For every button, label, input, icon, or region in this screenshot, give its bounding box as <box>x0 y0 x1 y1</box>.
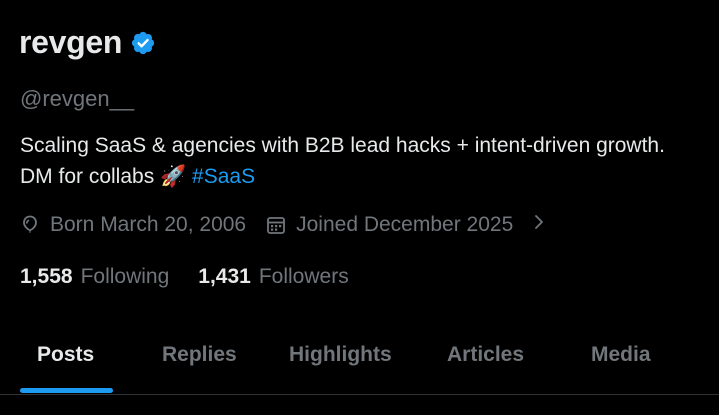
followers-link[interactable]: 1,431 Followers <box>198 265 348 289</box>
profile-bio: Scaling SaaS & agencies with B2B lead ha… <box>20 130 700 192</box>
following-link[interactable]: 1,558 Following <box>20 265 169 289</box>
tab-highlights[interactable]: Highlights <box>289 343 392 367</box>
tab-articles[interactable]: Articles <box>447 343 524 367</box>
followers-label: Followers <box>258 265 349 288</box>
active-tab-indicator <box>20 388 113 393</box>
profile-handle: @revgen__ <box>20 86 135 111</box>
profile-name-row: revgen <box>19 24 156 61</box>
tabs-divider <box>0 394 719 395</box>
profile-meta: Born March 20, 2006 Joined December 2025 <box>20 213 545 237</box>
tab-posts[interactable]: Posts <box>37 343 94 367</box>
tab-media[interactable]: Media <box>591 343 651 367</box>
following-label: Following <box>80 265 170 288</box>
verified-badge-icon[interactable] <box>130 30 156 56</box>
chevron-right-icon[interactable] <box>533 213 545 237</box>
followers-count: 1,431 <box>198 265 251 288</box>
profile-tabs: Posts Replies Highlights Articles Media <box>0 325 719 395</box>
follow-stats: 1,558 Following 1,431 Followers <box>20 265 378 289</box>
born-text: Born March 20, 2006 <box>50 213 247 236</box>
following-count: 1,558 <box>20 265 73 288</box>
born-date: Born March 20, 2006 <box>20 213 246 237</box>
joined-text: Joined December 2025 <box>296 213 514 236</box>
balloon-icon <box>23 215 37 233</box>
bio-text: Scaling SaaS & agencies with B2B lead ha… <box>20 134 665 188</box>
calendar-icon <box>267 217 286 234</box>
joined-date: Joined December 2025 <box>266 213 513 237</box>
profile-name: revgen <box>19 24 123 60</box>
bio-hashtag-link[interactable]: #SaaS <box>192 165 255 188</box>
tab-replies[interactable]: Replies <box>162 343 237 367</box>
